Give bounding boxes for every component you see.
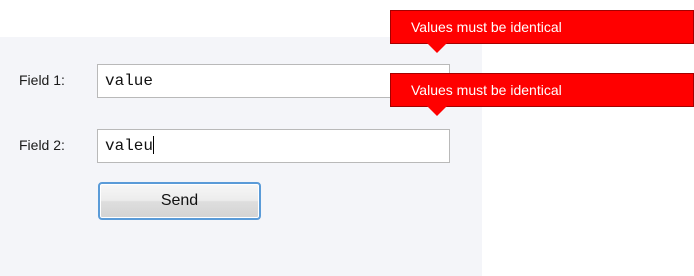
field-2-error-text: Values must be identical	[411, 82, 562, 98]
field-2-tooltip-arrow-icon	[427, 106, 447, 116]
field-1-tooltip-arrow-icon	[427, 43, 447, 53]
field-1-error-tooltip: Values must be identical	[390, 10, 694, 44]
page: Field 1: value Field 2: valeu Send Value…	[0, 0, 694, 276]
field-1-label: Field 1:	[19, 72, 65, 88]
field-1-value: value	[105, 72, 154, 90]
send-button[interactable]: Send	[98, 182, 261, 220]
field-2-label: Field 2:	[19, 137, 65, 153]
text-caret	[153, 136, 155, 154]
field-2-value: valeu	[105, 137, 154, 155]
field-2-input[interactable]: valeu	[97, 129, 450, 163]
field-2-error-tooltip: Values must be identical	[390, 73, 694, 107]
field-1-error-text: Values must be identical	[411, 19, 562, 35]
